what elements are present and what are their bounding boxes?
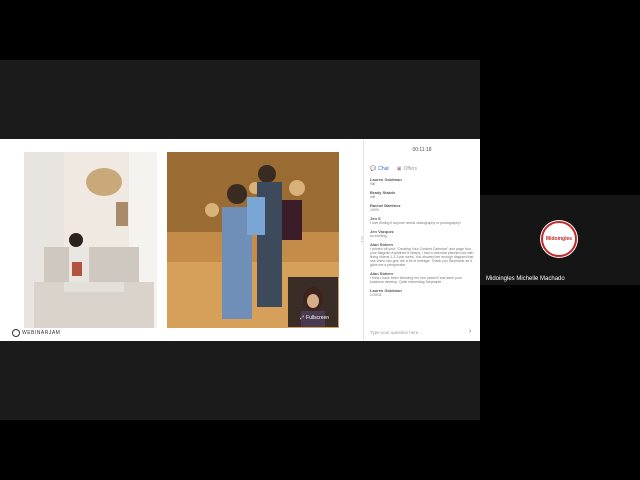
offers-icon: ▣ [396,166,402,172]
chat-message: Brady Statzle hiiii [370,190,476,199]
chat-icon: 💬 [370,166,377,172]
tab-offers[interactable]: ▣ Offers [397,166,417,172]
chat-message: Alan Sideen I think I have been followin… [370,271,476,284]
tab-offers-label: Offers [403,166,418,172]
tab-chat-label: Chat [378,166,389,172]
tab-chat[interactable]: 💬 Chat [370,166,389,172]
chat-message-text: 100% [370,208,379,212]
brand-text: WEBINARJAM [22,330,61,336]
chat-tabs: 💬 Chat ▣ Offers [370,166,417,172]
chat-message-text: hiiii [370,182,376,186]
chat-message-text: I love filming it anyone needs videograp… [370,221,461,225]
chat-messages[interactable]: Lauren Goldman hiiii Brady Statzle hiiii… [370,177,476,327]
chat-message-text: LOOOL [370,293,383,297]
chat-input[interactable]: Type your question here... [370,330,422,335]
chat-message: Lauren Goldman LOOOL [370,288,476,297]
webinarjam-logo-icon [12,329,20,337]
chat-message: Jen S I love filming it anyone needs vid… [370,216,476,225]
send-icon[interactable]: › [469,328,471,335]
chat-message-text: hiiii [370,195,376,199]
avatar-logo-icon: Midoingles [541,221,577,257]
brand: WEBINARJAM [12,329,60,337]
avatar-text: Midoingles [545,236,573,242]
chat-message: Jen Vazquez so exciting [370,229,476,238]
chat-message-text: so exciting [370,234,387,238]
participant-avatar: Midoingles [540,220,578,258]
chat-message: Lauren Goldman hiiii [370,177,476,186]
chat-message-text: I think I have been following her four y… [370,276,462,284]
slide-photo-mother-baby [24,152,157,328]
chat-panel: 00:11:18 💬 Chat ▣ Offers Lauren Goldman … [364,139,480,341]
chat-message: Alan Sideen I printed off your "Creating… [370,242,476,267]
expand-icon: ⤢ [300,315,305,321]
participant-name: Midoingles Michelle Machado [486,276,565,282]
fullscreen-label: Fullscreen [306,315,330,321]
chat-message-text: I printed off your "Creating Your Conten… [370,247,474,267]
chat-message: Rachel Martinez 100% [370,203,476,212]
session-timer: 00:11:18 [412,147,432,153]
fullscreen-button[interactable]: ⤢ Fullscreen [300,315,329,321]
